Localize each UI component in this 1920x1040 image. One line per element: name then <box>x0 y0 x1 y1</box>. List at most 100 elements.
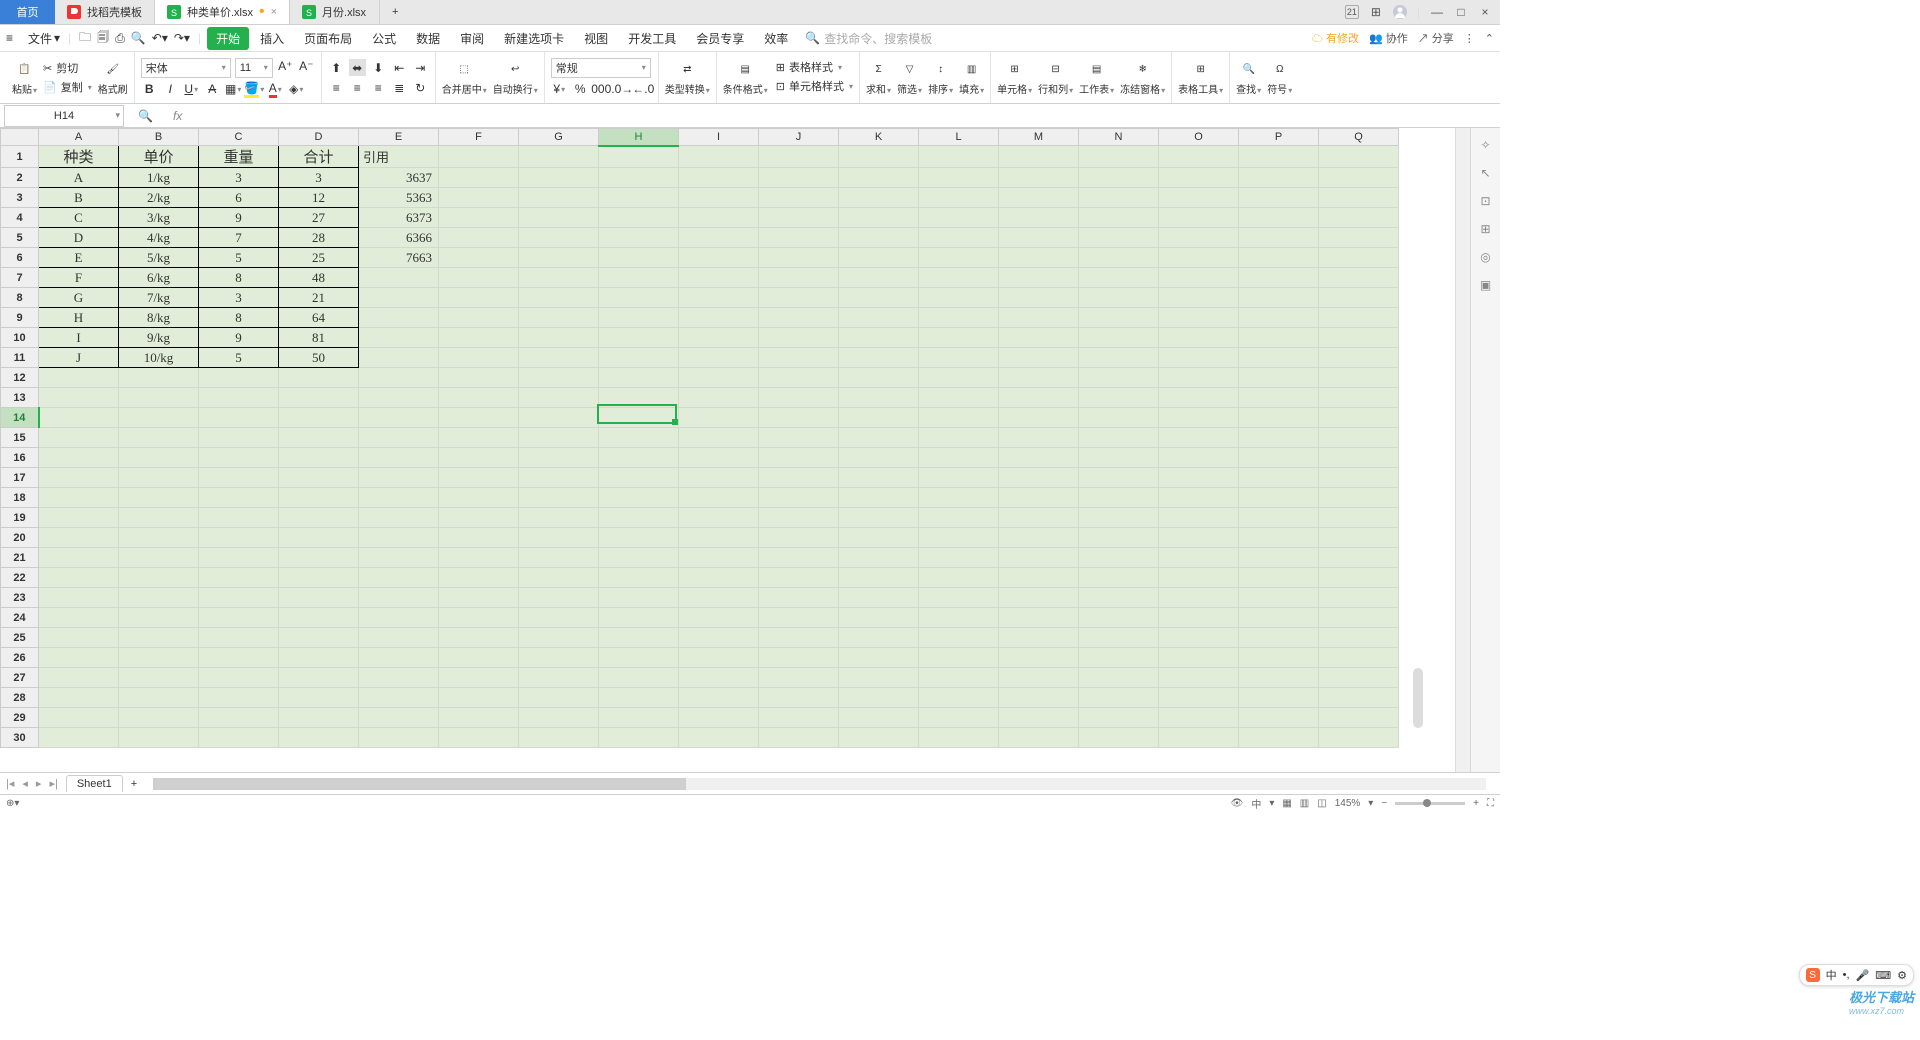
cell[interactable] <box>279 708 359 728</box>
cell[interactable] <box>439 568 519 588</box>
cell[interactable] <box>1239 448 1319 468</box>
cell[interactable] <box>1159 146 1239 168</box>
decrease-font-icon[interactable]: A⁻ <box>298 58 315 75</box>
cell[interactable] <box>279 508 359 528</box>
row-header[interactable]: 9 <box>1 308 39 328</box>
cell[interactable] <box>999 308 1079 328</box>
cell[interactable]: 2/kg <box>119 188 199 208</box>
cell[interactable] <box>39 508 119 528</box>
bold-icon[interactable]: B <box>141 81 158 98</box>
cell[interactable] <box>599 348 679 368</box>
col-header[interactable]: D <box>279 129 359 146</box>
zoom-value[interactable]: 145% <box>1335 798 1361 809</box>
align-bottom-icon[interactable]: ⬇ <box>370 59 387 76</box>
paste-button[interactable]: 📋粘贴▾ <box>12 59 37 96</box>
cell[interactable]: A <box>39 168 119 188</box>
cell[interactable]: 1/kg <box>119 168 199 188</box>
sheet-last-icon[interactable]: ▸| <box>49 777 57 790</box>
cell[interactable] <box>1079 328 1159 348</box>
sum-button[interactable]: Σ求和▾ <box>866 59 891 96</box>
cell[interactable] <box>439 248 519 268</box>
cell[interactable] <box>839 708 919 728</box>
cell[interactable] <box>839 228 919 248</box>
row-header[interactable]: 2 <box>1 168 39 188</box>
dec-decimal-icon[interactable]: ←.0 <box>635 81 652 98</box>
cell[interactable] <box>1319 248 1399 268</box>
fill-color-icon[interactable]: 🪣▾ <box>246 81 263 98</box>
cell[interactable] <box>199 468 279 488</box>
col-header[interactable]: M <box>999 129 1079 146</box>
cell[interactable] <box>39 628 119 648</box>
cell[interactable] <box>679 528 759 548</box>
cell[interactable] <box>439 328 519 348</box>
ime-settings-icon[interactable]: ⚙ <box>1897 969 1907 982</box>
cell[interactable] <box>839 448 919 468</box>
vscroll-thumb[interactable] <box>1413 668 1423 728</box>
cell[interactable] <box>1239 228 1319 248</box>
cell[interactable] <box>359 328 439 348</box>
rtab-view[interactable]: 视图 <box>575 27 617 50</box>
grid[interactable]: ABCDEFGHIJKLMNOPQ1种类单价重量合计引用2A1/kg333637… <box>0 128 1455 772</box>
sidepanel-select-icon[interactable]: ↖ <box>1480 166 1490 180</box>
cell[interactable] <box>999 168 1079 188</box>
cell[interactable] <box>679 368 759 388</box>
cell[interactable] <box>119 588 199 608</box>
rtab-layout[interactable]: 页面布局 <box>295 27 361 50</box>
cell[interactable] <box>919 488 999 508</box>
cell[interactable] <box>279 528 359 548</box>
cell[interactable] <box>919 248 999 268</box>
cell[interactable] <box>599 588 679 608</box>
cell[interactable] <box>359 308 439 328</box>
row-header[interactable]: 14 <box>1 408 39 428</box>
cell[interactable] <box>1239 368 1319 388</box>
row-header[interactable]: 15 <box>1 428 39 448</box>
cell[interactable] <box>999 328 1079 348</box>
cell[interactable] <box>759 388 839 408</box>
cell[interactable] <box>1079 548 1159 568</box>
collapse-ribbon-icon[interactable]: ⌃ <box>1485 32 1494 45</box>
cell[interactable] <box>1159 288 1239 308</box>
cell[interactable] <box>279 728 359 748</box>
cell[interactable] <box>599 508 679 528</box>
cell[interactable] <box>439 468 519 488</box>
rtab-review[interactable]: 审阅 <box>451 27 493 50</box>
cell[interactable] <box>39 568 119 588</box>
cell[interactable] <box>439 208 519 228</box>
cell[interactable] <box>279 428 359 448</box>
cell[interactable] <box>599 308 679 328</box>
cell[interactable] <box>39 448 119 468</box>
cell[interactable] <box>839 688 919 708</box>
cell[interactable] <box>1239 146 1319 168</box>
cell[interactable] <box>119 668 199 688</box>
cell[interactable] <box>1079 528 1159 548</box>
cell[interactable] <box>599 408 679 428</box>
cell[interactable] <box>359 448 439 468</box>
cell[interactable] <box>599 388 679 408</box>
cell[interactable] <box>199 688 279 708</box>
cell[interactable] <box>1159 528 1239 548</box>
maximize-icon[interactable]: □ <box>1454 5 1468 19</box>
cell[interactable]: 25 <box>279 248 359 268</box>
cell[interactable] <box>759 548 839 568</box>
cell[interactable] <box>839 428 919 448</box>
cell[interactable]: G <box>39 288 119 308</box>
cell[interactable] <box>359 728 439 748</box>
align-left-icon[interactable]: ≡ <box>328 79 345 96</box>
row-header[interactable]: 5 <box>1 228 39 248</box>
print-icon[interactable]: ⎙ <box>115 31 125 46</box>
cell[interactable] <box>759 648 839 668</box>
cell[interactable] <box>839 408 919 428</box>
cell[interactable]: H <box>39 308 119 328</box>
cell[interactable] <box>439 408 519 428</box>
cell[interactable] <box>599 168 679 188</box>
cell[interactable] <box>839 146 919 168</box>
cell[interactable] <box>679 248 759 268</box>
cell[interactable] <box>679 146 759 168</box>
cell[interactable]: 8 <box>199 268 279 288</box>
sidepanel-backup-icon[interactable]: ▣ <box>1480 278 1491 292</box>
cell[interactable] <box>119 408 199 428</box>
eye-mode-icon[interactable]: 👁 <box>1231 798 1244 809</box>
cell[interactable] <box>279 408 359 428</box>
row-header[interactable]: 26 <box>1 648 39 668</box>
cell[interactable] <box>519 548 599 568</box>
